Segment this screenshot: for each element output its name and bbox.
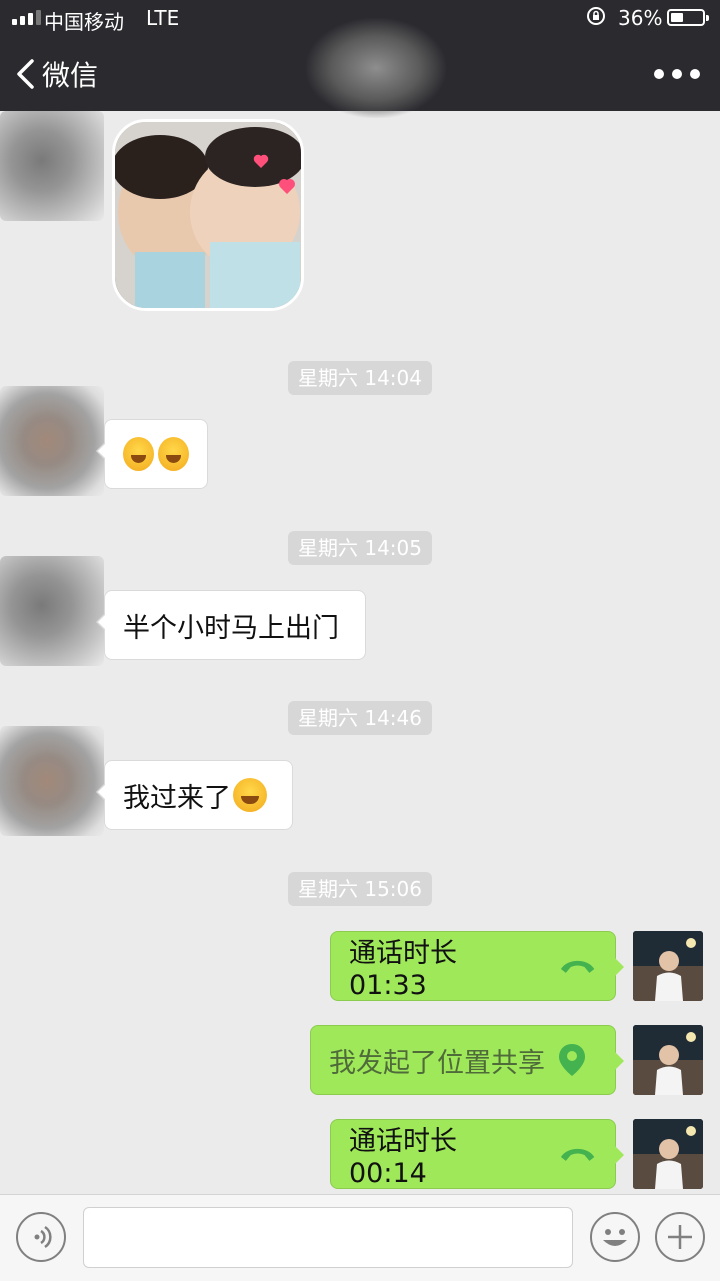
more-dot-icon: [654, 69, 664, 79]
sticker-image: [115, 122, 301, 308]
contact-avatar[interactable]: [0, 111, 104, 221]
my-avatar[interactable]: [633, 1025, 703, 1095]
timestamp: 星期六 14:46: [288, 701, 432, 735]
voice-call-record[interactable]: 通话时长 01:33: [330, 931, 624, 1001]
more-dot-icon: [672, 69, 682, 79]
emoji-button[interactable]: [590, 1212, 640, 1262]
message-text: 我过来了: [123, 782, 231, 814]
more-functions-button[interactable]: [655, 1212, 705, 1262]
more-options-button[interactable]: [654, 60, 700, 88]
avatar-photo: [633, 1119, 703, 1189]
timestamp: 星期六 14:04: [288, 361, 432, 395]
contact-avatar[interactable]: [0, 726, 104, 836]
avatar-photo: [633, 931, 703, 1001]
smiley-icon: [603, 1229, 627, 1246]
my-avatar[interactable]: [633, 931, 703, 1001]
top-bar: 中国移动 LTE 36% 微信: [0, 0, 720, 118]
phone-hangup-icon: [560, 1148, 595, 1161]
sticker-message[interactable]: [112, 119, 304, 311]
loudly-crying-face-icon: [158, 437, 189, 471]
plus-icon: [668, 1225, 692, 1249]
timestamp: 星期六 15:06: [288, 872, 432, 906]
timestamp: 星期六 14:05: [288, 531, 432, 565]
contact-avatar[interactable]: [0, 556, 104, 666]
received-message[interactable]: 我过来了: [96, 760, 293, 830]
rotation-lock-icon: [587, 7, 605, 25]
voice-icon: [34, 1225, 52, 1249]
battery-percent: 36%: [618, 6, 663, 30]
battery-icon: [667, 9, 709, 26]
avatar-photo: [633, 1025, 703, 1095]
message-input[interactable]: [83, 1207, 573, 1268]
call-duration-text: 通话时长 00:14: [349, 1126, 457, 1189]
more-dot-icon: [690, 69, 700, 79]
message-text: 半个小时马上出门: [123, 612, 339, 644]
location-share-text: 我发起了位置共享: [329, 1047, 545, 1079]
contact-avatar[interactable]: [0, 386, 104, 496]
input-bar: [0, 1194, 720, 1281]
loudly-crying-face-icon: [123, 437, 154, 471]
chevron-left-icon: [17, 59, 34, 89]
carrier-name: 中国移动: [44, 10, 124, 34]
location-pin-icon: [559, 1044, 585, 1076]
voice-input-button[interactable]: [16, 1212, 66, 1262]
my-avatar[interactable]: [633, 1119, 703, 1189]
back-label: 微信: [42, 59, 99, 92]
signal-icon: [12, 10, 41, 25]
back-button[interactable]: 微信: [14, 54, 98, 94]
network-type: LTE: [146, 6, 180, 30]
received-message-emoji[interactable]: [96, 419, 208, 489]
location-share-record[interactable]: 我发起了位置共享: [310, 1025, 624, 1095]
chat-area[interactable]: 星期六 14:04 星期六 14:05 半个小时马上出门 星期六 14:46 我…: [0, 111, 720, 1194]
received-message[interactable]: 半个小时马上出门: [96, 590, 366, 660]
phone-hangup-icon: [560, 960, 595, 973]
redacted-title: [306, 18, 446, 118]
voice-call-record[interactable]: 通话时长 00:14: [330, 1119, 624, 1189]
face-with-tears-of-joy-icon: [233, 778, 267, 812]
call-duration-text: 通话时长 01:33: [349, 938, 457, 1001]
